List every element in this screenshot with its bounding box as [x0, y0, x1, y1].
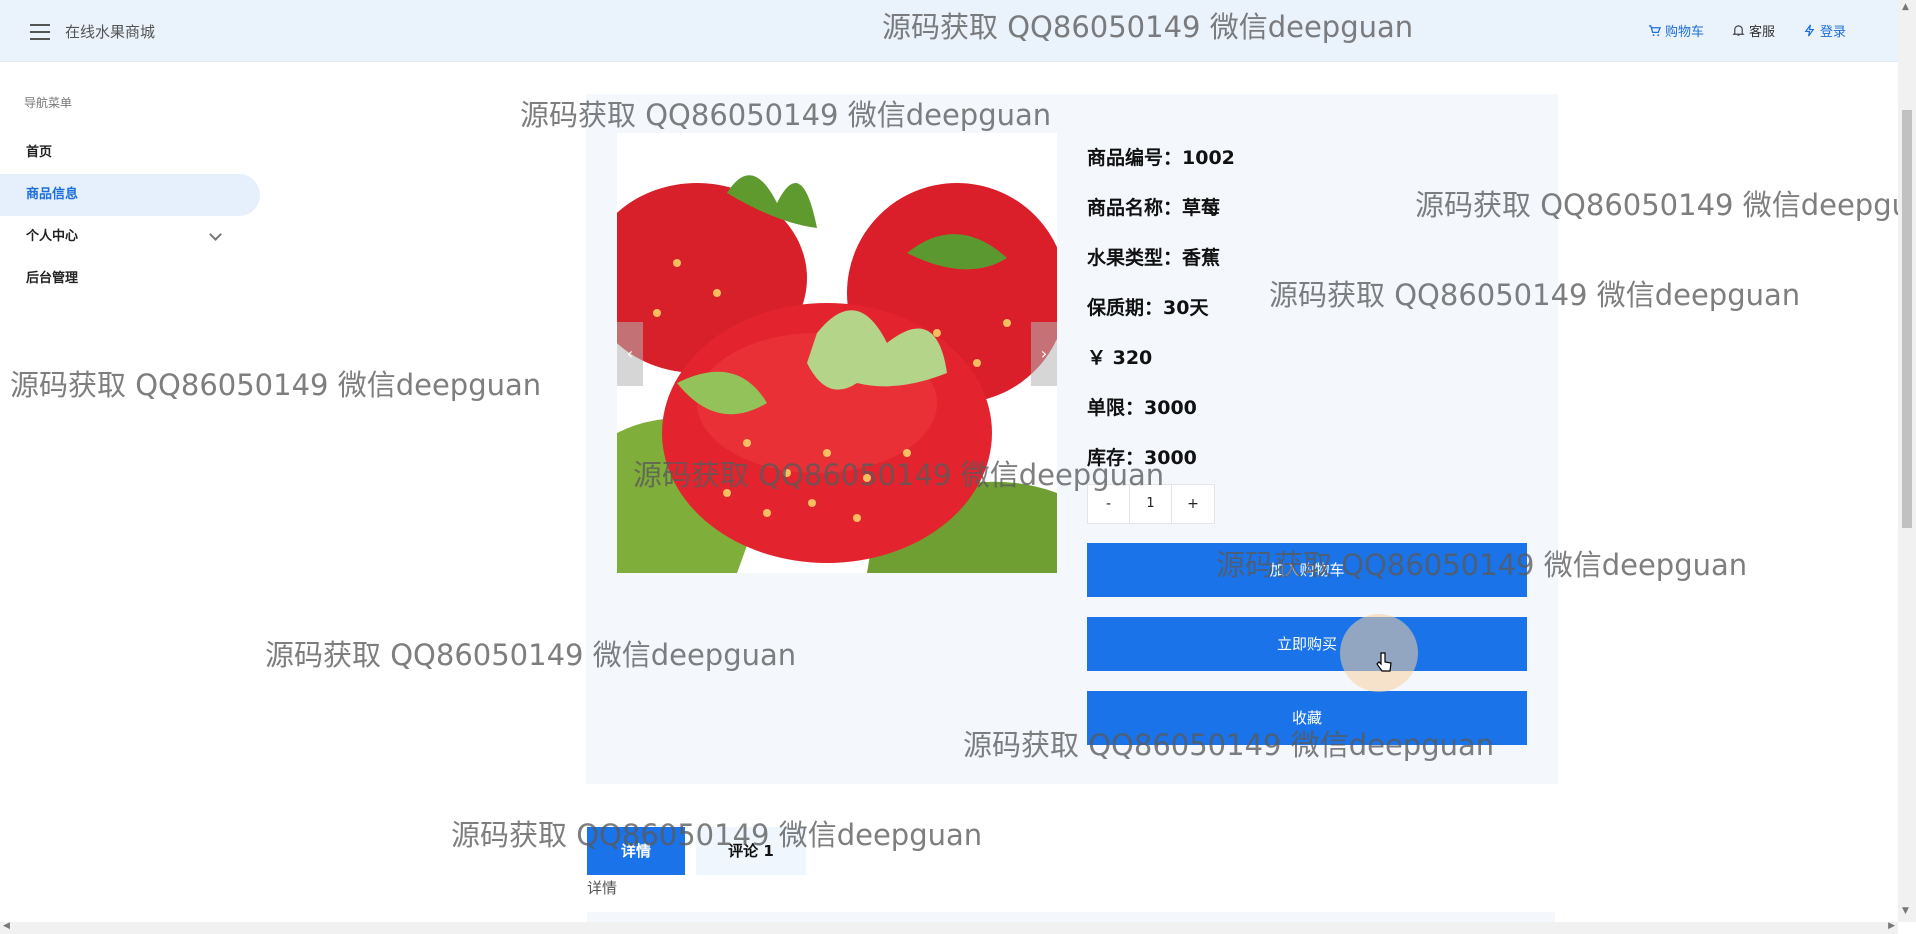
stock-quantity: 库存：3000 [1087, 447, 1197, 469]
sidebar-heading: 导航菜单 [24, 96, 73, 110]
cart-link[interactable]: 购物车 [1648, 21, 1704, 40]
carousel-next-button[interactable]: › [1031, 322, 1057, 386]
bell-icon [1732, 25, 1745, 36]
decrease-quantity-button[interactable]: - [1088, 485, 1130, 523]
sidebar-item-admin[interactable]: 后台管理 [0, 258, 260, 300]
sidebar-item-label: 个人中心 [26, 229, 79, 244]
chevron-down-icon [209, 228, 222, 241]
fruit-type: 水果类型：香蕉 [1087, 247, 1221, 269]
top-header: 在线水果商城 购物车 客服 登录 [0, 0, 1916, 62]
product-price: ￥ 320 [1087, 347, 1153, 369]
sidebar-nav: 导航菜单 首页 商品信息 个人中心 后台管理 [0, 62, 262, 922]
login-link-label: 登录 [1819, 25, 1846, 40]
purchase-limit: 单限：3000 [1087, 397, 1197, 419]
add-to-cart-button[interactable]: 加入购物车 [1087, 543, 1527, 597]
quantity-input[interactable]: 1 [1130, 485, 1172, 523]
detail-content [587, 912, 1555, 922]
hand-cursor-icon [1376, 652, 1392, 672]
quantity-stepper: - 1 + [1087, 484, 1215, 524]
strawberry-image [617, 133, 1057, 573]
bolt-icon [1804, 24, 1815, 37]
product-image [617, 133, 1057, 573]
sidebar-item-products[interactable]: 商品信息 [0, 174, 260, 216]
scroll-left-arrow-icon[interactable]: ◀ [3, 921, 10, 931]
carousel-prev-button[interactable]: ‹ [617, 322, 643, 386]
cart-link-label: 购物车 [1664, 25, 1704, 40]
sidebar-item-label: 商品信息 [26, 187, 79, 202]
scroll-up-arrow-icon[interactable]: ▲ [1902, 2, 1909, 12]
login-link[interactable]: 登录 [1803, 21, 1846, 40]
vertical-scrollbar[interactable]: ▲ ▼ [1898, 0, 1916, 922]
shelf-life: 保质期：30天 [1087, 297, 1209, 319]
product-name: 商品名称：草莓 [1087, 197, 1221, 219]
horizontal-scrollbar[interactable]: ◀ ▶ [0, 921, 1898, 934]
detail-section-label: 详情 [587, 879, 618, 897]
sidebar-item-home[interactable]: 首页 [0, 132, 260, 174]
app-title: 在线水果商城 [65, 23, 156, 41]
sidebar-item-personal-center[interactable]: 个人中心 [0, 216, 260, 258]
product-id: 商品编号：1002 [1087, 147, 1235, 169]
tab-comments[interactable]: 评论 1 [696, 827, 806, 875]
increase-quantity-button[interactable]: + [1172, 485, 1214, 523]
customer-service-link[interactable]: 客服 [1732, 21, 1775, 40]
buy-now-button[interactable]: 立即购买 [1087, 617, 1527, 671]
sidebar-item-label: 后台管理 [26, 271, 79, 286]
scroll-right-arrow-icon[interactable]: ▶ [1888, 921, 1895, 931]
hamburger-menu-icon[interactable] [30, 24, 50, 40]
tab-details[interactable]: 详情 [587, 827, 685, 875]
header-links: 购物车 客服 登录 [1648, 21, 1846, 40]
scrollbar-thumb[interactable] [1902, 110, 1912, 528]
cart-icon [1648, 25, 1661, 37]
scroll-down-arrow-icon[interactable]: ▼ [1902, 906, 1909, 916]
sidebar-item-label: 首页 [26, 145, 53, 160]
favorite-button[interactable]: 收藏 [1087, 691, 1527, 745]
customer-service-label: 客服 [1748, 25, 1775, 40]
